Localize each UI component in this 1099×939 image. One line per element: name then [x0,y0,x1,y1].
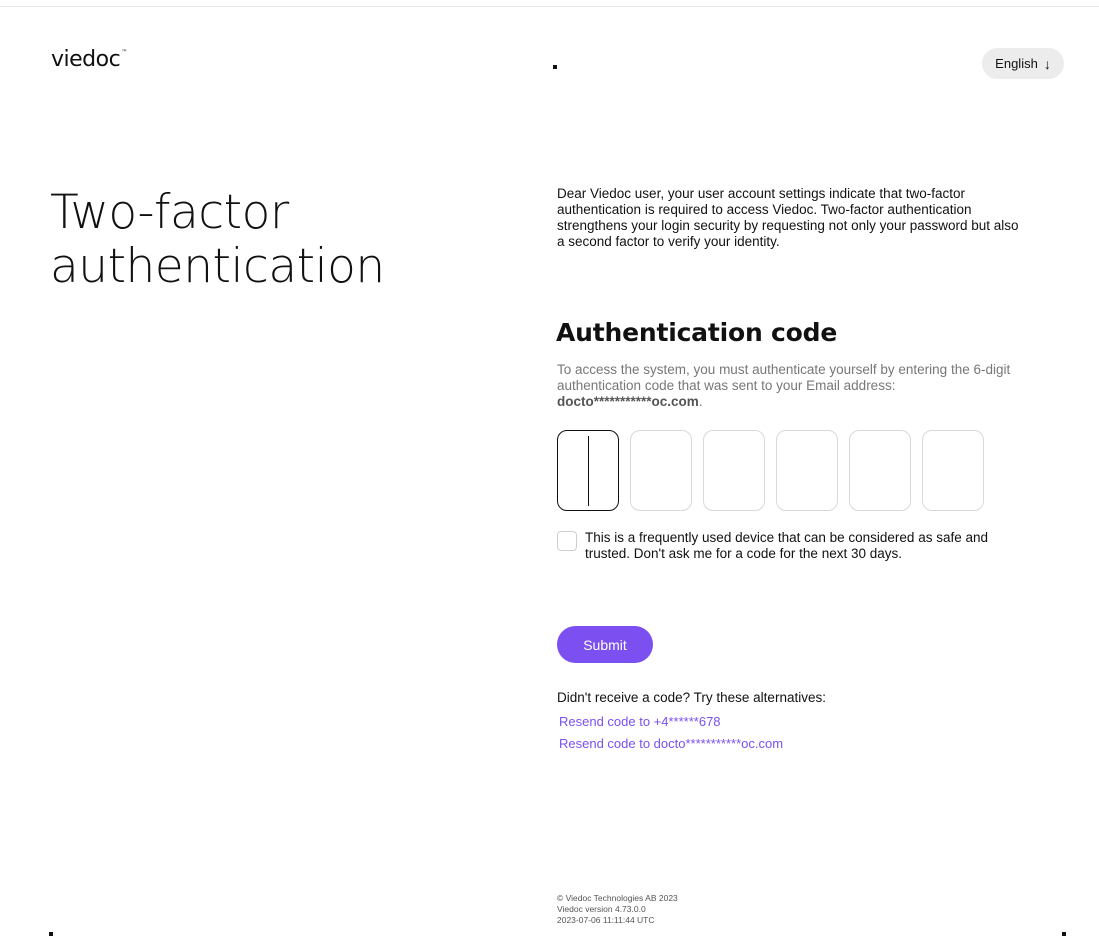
instructions-prefix: To access the system, you must authentic… [557,362,1011,393]
alternatives-heading: Didn't receive a code? Try these alterna… [557,690,826,705]
code-digit-5[interactable] [849,430,911,511]
trust-device-checkbox[interactable] [557,531,577,551]
submit-button[interactable]: Submit [557,626,653,663]
logo-trademark: ™ [121,49,127,56]
page-title: Two-factor authentication [50,185,385,294]
instructions-suffix: . [698,394,703,409]
code-digit-3[interactable] [703,430,765,511]
resend-code-email-link[interactable]: Resend code to docto***********oc.com [559,736,783,751]
viedoc-logo: viedoc™ [51,47,127,72]
arrow-down-icon: ↓ [1043,55,1051,72]
code-digit-1[interactable] [557,430,619,511]
text-caret [588,436,589,506]
instructions-text: To access the system, you must authentic… [557,362,1037,410]
trust-device-row: This is a frequently used device that ca… [557,530,1017,562]
intro-text: Dear Viedoc user, your user account sett… [557,186,1019,249]
logo-text: viedoc [51,47,121,72]
footer-copyright: © Viedoc Technologies AB 2023 [557,893,678,903]
section-title: Authentication code [556,318,838,347]
resend-code-phone-link[interactable]: Resend code to +4******678 [559,714,721,729]
language-selector-button[interactable]: English ↓ [982,48,1064,79]
decorative-square-bottom-left [49,932,53,936]
top-divider [0,6,1099,7]
language-label: English [995,56,1038,71]
code-digit-4[interactable] [776,430,838,511]
footer: © Viedoc Technologies AB 2023 Viedoc ver… [557,893,678,926]
masked-email: docto***********oc.com [557,394,699,409]
decorative-square-bottom-right [1062,932,1066,936]
footer-timestamp: 2023-07-06 11:11:44 UTC [557,915,655,925]
decorative-square-top [553,65,557,69]
footer-version: Viedoc version 4.73.0.0 [557,904,646,914]
code-digit-6[interactable] [922,430,984,511]
code-digit-2[interactable] [630,430,692,511]
code-input-group [557,430,984,511]
trust-device-label: This is a frequently used device that ca… [585,530,988,561]
